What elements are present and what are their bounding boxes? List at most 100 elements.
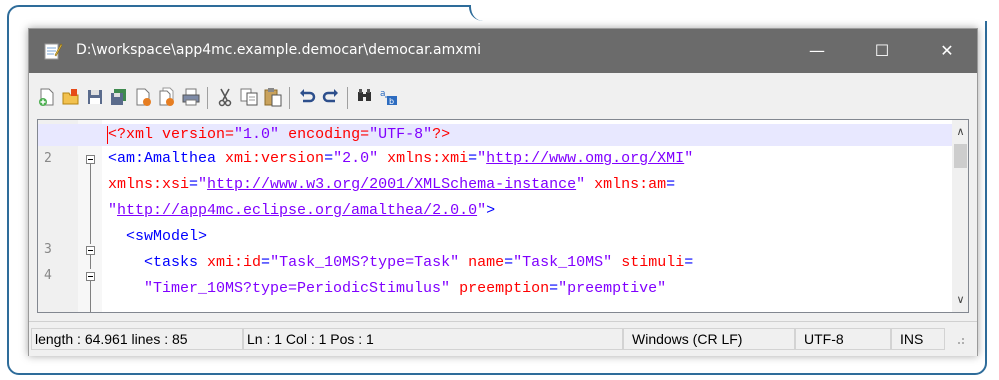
line-number: 4 bbox=[44, 268, 52, 283]
code-token: "preemptive" bbox=[558, 280, 667, 297]
code-token: " bbox=[684, 150, 694, 167]
close-button[interactable]: ✕ bbox=[924, 29, 970, 73]
code-line: <swModel> bbox=[108, 228, 207, 245]
copy-icon[interactable] bbox=[239, 87, 259, 107]
code-token: " bbox=[198, 176, 208, 193]
notepad-window: D:\workspace\app4mc.example.democar\demo… bbox=[28, 28, 978, 356]
code-line: xmlns:xsi="http://www.w3.org/2001/XMLSch… bbox=[108, 176, 675, 193]
code-token: > bbox=[486, 202, 496, 219]
code-token: = bbox=[360, 126, 370, 143]
line-number-gutter: 1 2 3 4 bbox=[38, 120, 78, 312]
code-token: = bbox=[225, 126, 235, 143]
code-token: "Task_10MS?type=Task" bbox=[270, 254, 460, 271]
save-all-icon[interactable] bbox=[109, 87, 129, 107]
code-token: <am:Amalthea bbox=[108, 150, 226, 167]
code-line: <tasks xmi:id="Task_10MS?type=Task" name… bbox=[108, 254, 693, 271]
line-number: 2 bbox=[44, 151, 52, 166]
code-token: " bbox=[477, 202, 487, 219]
code-token: preemption bbox=[459, 280, 550, 297]
toolbar: ab bbox=[29, 73, 977, 119]
code-line: "http://app4mc.eclipse.org/amalthea/2.0.… bbox=[108, 202, 495, 219]
code-token: stimuli bbox=[621, 254, 685, 271]
code-token: http://app4mc.eclipse.org/amalthea/2.0.0 bbox=[117, 202, 478, 219]
code-token: ?> bbox=[432, 126, 451, 143]
replace-icon[interactable]: ab bbox=[379, 87, 399, 107]
code-token: "UTF-8" bbox=[369, 126, 433, 143]
vertical-scrollbar[interactable]: ∧ ∨ bbox=[952, 120, 968, 312]
code-token: = bbox=[468, 150, 478, 167]
status-mode[interactable]: INS bbox=[891, 328, 945, 350]
redo-icon[interactable] bbox=[321, 87, 341, 107]
toolbar-separator bbox=[347, 87, 348, 109]
code-token: " bbox=[108, 202, 118, 219]
close-all-icon[interactable] bbox=[157, 87, 177, 107]
code-token: version bbox=[162, 126, 226, 143]
notepad-app-icon bbox=[43, 41, 63, 61]
fold-margin bbox=[78, 120, 102, 312]
code-token: = bbox=[261, 254, 271, 271]
status-position: Ln : 1 Col : 1 Pos : 1 bbox=[243, 328, 623, 350]
code-token: encoding bbox=[288, 126, 361, 143]
fold-toggle-icon[interactable] bbox=[86, 246, 95, 255]
code-token: xmi:version bbox=[225, 150, 325, 167]
scroll-up-icon[interactable]: ∧ bbox=[952, 122, 968, 142]
code-token: xmlns:am bbox=[594, 176, 667, 193]
status-length: length : 64.961 lines : 85 bbox=[31, 328, 243, 350]
code-token: name bbox=[468, 254, 505, 271]
code-editor[interactable]: 1 2 3 4 <?xml version="1.0" encoding="UT… bbox=[37, 119, 969, 313]
code-token: = bbox=[684, 254, 694, 271]
new-file-icon[interactable] bbox=[37, 87, 57, 107]
code-line: <am:Amalthea xmi:version="2.0" xmlns:xmi… bbox=[108, 150, 693, 167]
code-token: xmlns:xmi bbox=[387, 150, 469, 167]
code-token: = bbox=[549, 280, 559, 297]
fold-line bbox=[90, 281, 91, 312]
code-token: http://www.omg.org/XMI bbox=[486, 150, 685, 167]
code-token: <tasks bbox=[108, 254, 208, 271]
minimize-button[interactable]: — bbox=[794, 29, 840, 73]
code-token: " bbox=[477, 150, 487, 167]
window-title: D:\workspace\app4mc.example.democar\demo… bbox=[76, 42, 482, 58]
svg-text:b: b bbox=[389, 97, 394, 106]
line-number: 3 bbox=[44, 242, 52, 257]
fold-toggle-icon[interactable] bbox=[86, 155, 95, 164]
save-icon[interactable] bbox=[85, 87, 105, 107]
scroll-thumb[interactable] bbox=[954, 144, 967, 168]
code-token: "Timer_10MS?type=PeriodicStimulus" bbox=[108, 280, 451, 297]
code-line: <?xml version="1.0" encoding="UTF-8"?> bbox=[108, 126, 450, 143]
code-token: xmi:id bbox=[207, 254, 262, 271]
svg-text:a: a bbox=[380, 89, 386, 99]
close-file-icon[interactable] bbox=[133, 87, 153, 107]
maximize-button[interactable]: ☐ bbox=[859, 29, 905, 73]
code-token: = bbox=[324, 150, 334, 167]
find-icon[interactable] bbox=[355, 87, 375, 107]
cut-icon[interactable] bbox=[215, 87, 235, 107]
scroll-down-icon[interactable]: ∨ bbox=[952, 290, 968, 310]
frame-notch bbox=[469, 5, 999, 21]
open-file-icon[interactable] bbox=[61, 87, 81, 107]
fold-toggle-icon[interactable] bbox=[86, 272, 95, 281]
status-encoding[interactable]: UTF-8 bbox=[795, 328, 891, 350]
code-token: http://www.w3.org/2001/XMLSchema-instanc… bbox=[207, 176, 577, 193]
code-token: " bbox=[576, 176, 586, 193]
code-token: = bbox=[504, 254, 514, 271]
code-token: <swModel> bbox=[108, 228, 208, 245]
fold-line bbox=[90, 164, 91, 244]
status-bar: length : 64.961 lines : 85 Ln : 1 Col : … bbox=[29, 321, 977, 356]
code-token: = bbox=[189, 176, 199, 193]
code-line: "Timer_10MS?type=PeriodicStimulus" preem… bbox=[108, 280, 666, 297]
paste-icon[interactable] bbox=[263, 87, 283, 107]
status-eol[interactable]: Windows (CR LF) bbox=[623, 328, 795, 350]
print-icon[interactable] bbox=[181, 87, 201, 107]
title-bar[interactable]: D:\workspace\app4mc.example.democar\demo… bbox=[29, 29, 977, 73]
code-token: = bbox=[666, 176, 676, 193]
resize-grip-icon[interactable] bbox=[945, 328, 975, 350]
code-token: "Task_10MS" bbox=[513, 254, 613, 271]
code-token: xmlns:xsi bbox=[108, 176, 190, 193]
undo-icon[interactable] bbox=[297, 87, 317, 107]
